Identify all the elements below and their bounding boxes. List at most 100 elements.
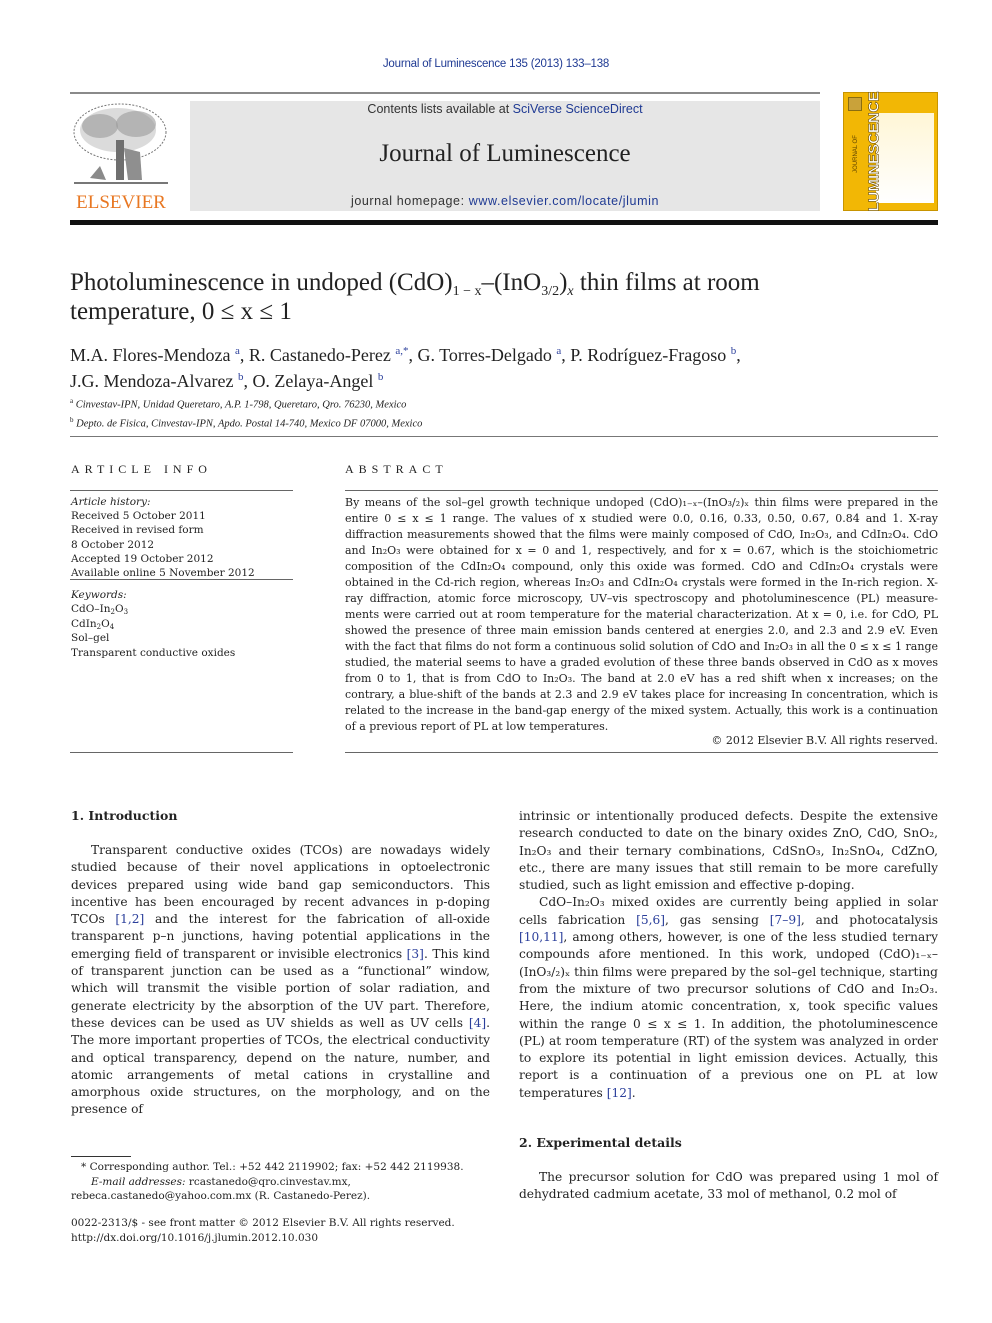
- cover-panel: [876, 113, 934, 203]
- separator: ,: [736, 345, 741, 365]
- paragraph: CdO–In₂O₃ mixed oxides are currently bei…: [519, 894, 938, 1102]
- section-heading-experimental: 2. Experimental details: [519, 1135, 682, 1150]
- history-label: Article history:: [71, 496, 151, 508]
- affiliation-a: a Cinvestav-IPN, Unidad Queretaro, A.P. …: [70, 394, 930, 413]
- divider: [345, 490, 938, 491]
- keywords: Keywords: CdO–In2O3 CdIn2O4 Sol–gel Tran…: [71, 588, 293, 660]
- affiliation-b: b Depto. de Fisica, Cinvestav-IPN, Apdo.…: [70, 413, 930, 432]
- text: , and photocatalysis: [800, 912, 938, 927]
- journal-name: Journal of Luminescence: [379, 140, 631, 167]
- contents-prefix: Contents lists available at: [367, 102, 513, 116]
- article-history: Article history: Received 5 October 2011…: [71, 495, 293, 580]
- title-line-2: temperature, 0 ≤ x ≤ 1: [70, 298, 292, 325]
- sciencedirect-link[interactable]: SciVerse ScienceDirect: [513, 102, 643, 116]
- section-heading-introduction: 1. Introduction: [71, 808, 178, 823]
- journal-cover-thumbnail[interactable]: LUMINESCENCE JOURNAL OF: [843, 91, 938, 212]
- article-title: Photoluminescence in undoped (CdO)1 − x–…: [70, 268, 930, 326]
- history-item: Accepted 19 October 2012: [71, 552, 214, 565]
- title-text: –(InO: [481, 269, 542, 296]
- keywords-label: Keywords:: [71, 589, 127, 601]
- abstract-copyright: © 2012 Elsevier B.V. All rights reserved…: [711, 734, 938, 747]
- title-text: Photoluminescence in undoped (CdO): [70, 269, 453, 296]
- author-name[interactable]: G. Torres-Delgado: [417, 345, 551, 365]
- author-name[interactable]: R. Castanedo-Perez: [249, 345, 391, 365]
- author-list: M.A. Flores-Mendoza a, R. Castanedo-Pere…: [70, 340, 930, 392]
- author-name[interactable]: O. Zelaya-Angel: [252, 371, 373, 391]
- citation-link[interactable]: [12]: [607, 1086, 632, 1100]
- keyword: CdIn2O4: [71, 617, 115, 631]
- divider: [345, 752, 938, 753]
- text: , among others, however, is one of the l…: [519, 930, 938, 1100]
- email-label: E-mail addresses:: [91, 1175, 186, 1188]
- paragraph: intrinsic or intentionally produced defe…: [519, 809, 938, 893]
- affiliation-marker[interactable]: b: [378, 371, 384, 383]
- corresponding-author: * Corresponding author. Tel.: +52 442 21…: [81, 1161, 464, 1173]
- email-link[interactable]: rcastanedo@qro.cinvestav.mx,: [186, 1176, 351, 1188]
- paragraph: The precursor solution for CdO was prepa…: [519, 1170, 938, 1202]
- title-text: thin films at room: [573, 269, 760, 296]
- history-item: Received in revised form: [71, 524, 204, 537]
- history-item: Received 5 October 2011: [71, 510, 206, 523]
- separator: ,: [561, 345, 571, 365]
- elsevier-wordmark: ELSEVIER: [76, 192, 166, 213]
- divider: [70, 436, 938, 437]
- author-name[interactable]: P. Rodríguez-Fragoso: [570, 345, 726, 365]
- affiliation-text: Cinvestav-IPN, Unidad Queretaro, A.P. 1-…: [75, 399, 407, 411]
- body-column-right: intrinsic or intentionally produced defe…: [519, 808, 938, 1102]
- affiliation-mark: a: [70, 397, 74, 405]
- article-info-heading: ARTICLE INFO: [71, 462, 212, 476]
- email-line-2: rebeca.castanedo@yahoo.com.mx (R. Castan…: [71, 1189, 501, 1204]
- citation-link[interactable]: [3]: [407, 947, 424, 961]
- separator: ,: [239, 345, 249, 365]
- citation-link[interactable]: [1,2]: [115, 912, 144, 926]
- front-matter: 0022-2313/$ - see front matter © 2012 El…: [71, 1216, 501, 1245]
- body-column-left: Transparent conductive oxides (TCOs) are…: [71, 842, 490, 1119]
- body-column-right-continued: The precursor solution for CdO was prepa…: [519, 1169, 938, 1204]
- affiliation-mark: b: [70, 415, 74, 424]
- citation-link[interactable]: [4]: [469, 1016, 486, 1030]
- author[interactable]: M.A. Flores-Mendoza a: [70, 345, 240, 365]
- author[interactable]: G. Torres-Delgado a: [417, 345, 561, 365]
- header-thick-divider: [70, 220, 938, 225]
- title-subscript: 1 − x: [452, 284, 482, 299]
- divider: [70, 490, 293, 491]
- affiliation-marker[interactable]: a,*: [395, 345, 408, 357]
- text: .: [631, 1085, 636, 1100]
- affiliation-text: Depto. de Fisica, Cinvestav-IPN, Apdo. P…: [76, 418, 423, 429]
- text: . The more important properties of TCOs,…: [71, 1015, 490, 1117]
- homepage-line: journal homepage: www.elsevier.com/locat…: [190, 194, 820, 208]
- doi-link[interactable]: http://dx.doi.org/10.1016/j.jlumin.2012.…: [71, 1232, 318, 1244]
- author-name[interactable]: M.A. Flores-Mendoza: [70, 345, 230, 365]
- corresponding-author-footnote: * Corresponding author. Tel.: +52 442 21…: [71, 1160, 501, 1204]
- keyword: Sol–gel: [71, 632, 110, 645]
- email-line: E-mail addresses: rcastanedo@qro.cinvest…: [71, 1175, 501, 1190]
- abstract-heading: ABSTRACT: [345, 462, 448, 476]
- author[interactable]: P. Rodríguez-Fragoso b: [570, 345, 736, 365]
- cover-title: LUMINESCENCE: [865, 91, 883, 212]
- affiliations: a Cinvestav-IPN, Unidad Queretaro, A.P. …: [70, 394, 930, 431]
- history-item: 8 October 2012: [71, 538, 155, 551]
- divider: [70, 752, 293, 753]
- author[interactable]: J.G. Mendoza-Alvarez b: [70, 371, 243, 391]
- issn-line: 0022-2313/$ - see front matter © 2012 El…: [71, 1217, 455, 1229]
- keyword: Transparent conductive oxides: [71, 646, 236, 659]
- author[interactable]: R. Castanedo-Perez a,*: [249, 345, 409, 365]
- citation-link[interactable]: [5,6]: [636, 913, 665, 927]
- citation-link[interactable]: [7–9]: [770, 913, 801, 927]
- divider: [70, 92, 820, 94]
- citation-link[interactable]: [10,11]: [519, 930, 563, 944]
- text: , gas sensing: [665, 912, 770, 927]
- journal-citation[interactable]: Journal of Luminescence 135 (2013) 133–1…: [0, 58, 992, 70]
- history-item: Available online 5 November 2012: [71, 567, 255, 580]
- email-link[interactable]: rebeca.castanedo@yahoo.com.mx (R. Castan…: [71, 1190, 370, 1202]
- author-name[interactable]: J.G. Mendoza-Alvarez: [70, 371, 233, 391]
- contents-line: Contents lists available at SciVerse Sci…: [190, 102, 820, 116]
- author[interactable]: O. Zelaya-Angel b: [252, 371, 383, 391]
- homepage-prefix: journal homepage:: [350, 194, 469, 208]
- footnote-divider: [71, 1156, 131, 1157]
- abstract-text: By means of the sol–gel growth technique…: [345, 496, 938, 733]
- journal-homepage-link[interactable]: www.elsevier.com/locate/jlumin: [469, 194, 659, 208]
- tree-icon: [73, 103, 168, 184]
- paragraph: Transparent conductive oxides (TCOs) are…: [71, 842, 490, 1119]
- cover-subtitle: JOURNAL OF: [853, 135, 859, 173]
